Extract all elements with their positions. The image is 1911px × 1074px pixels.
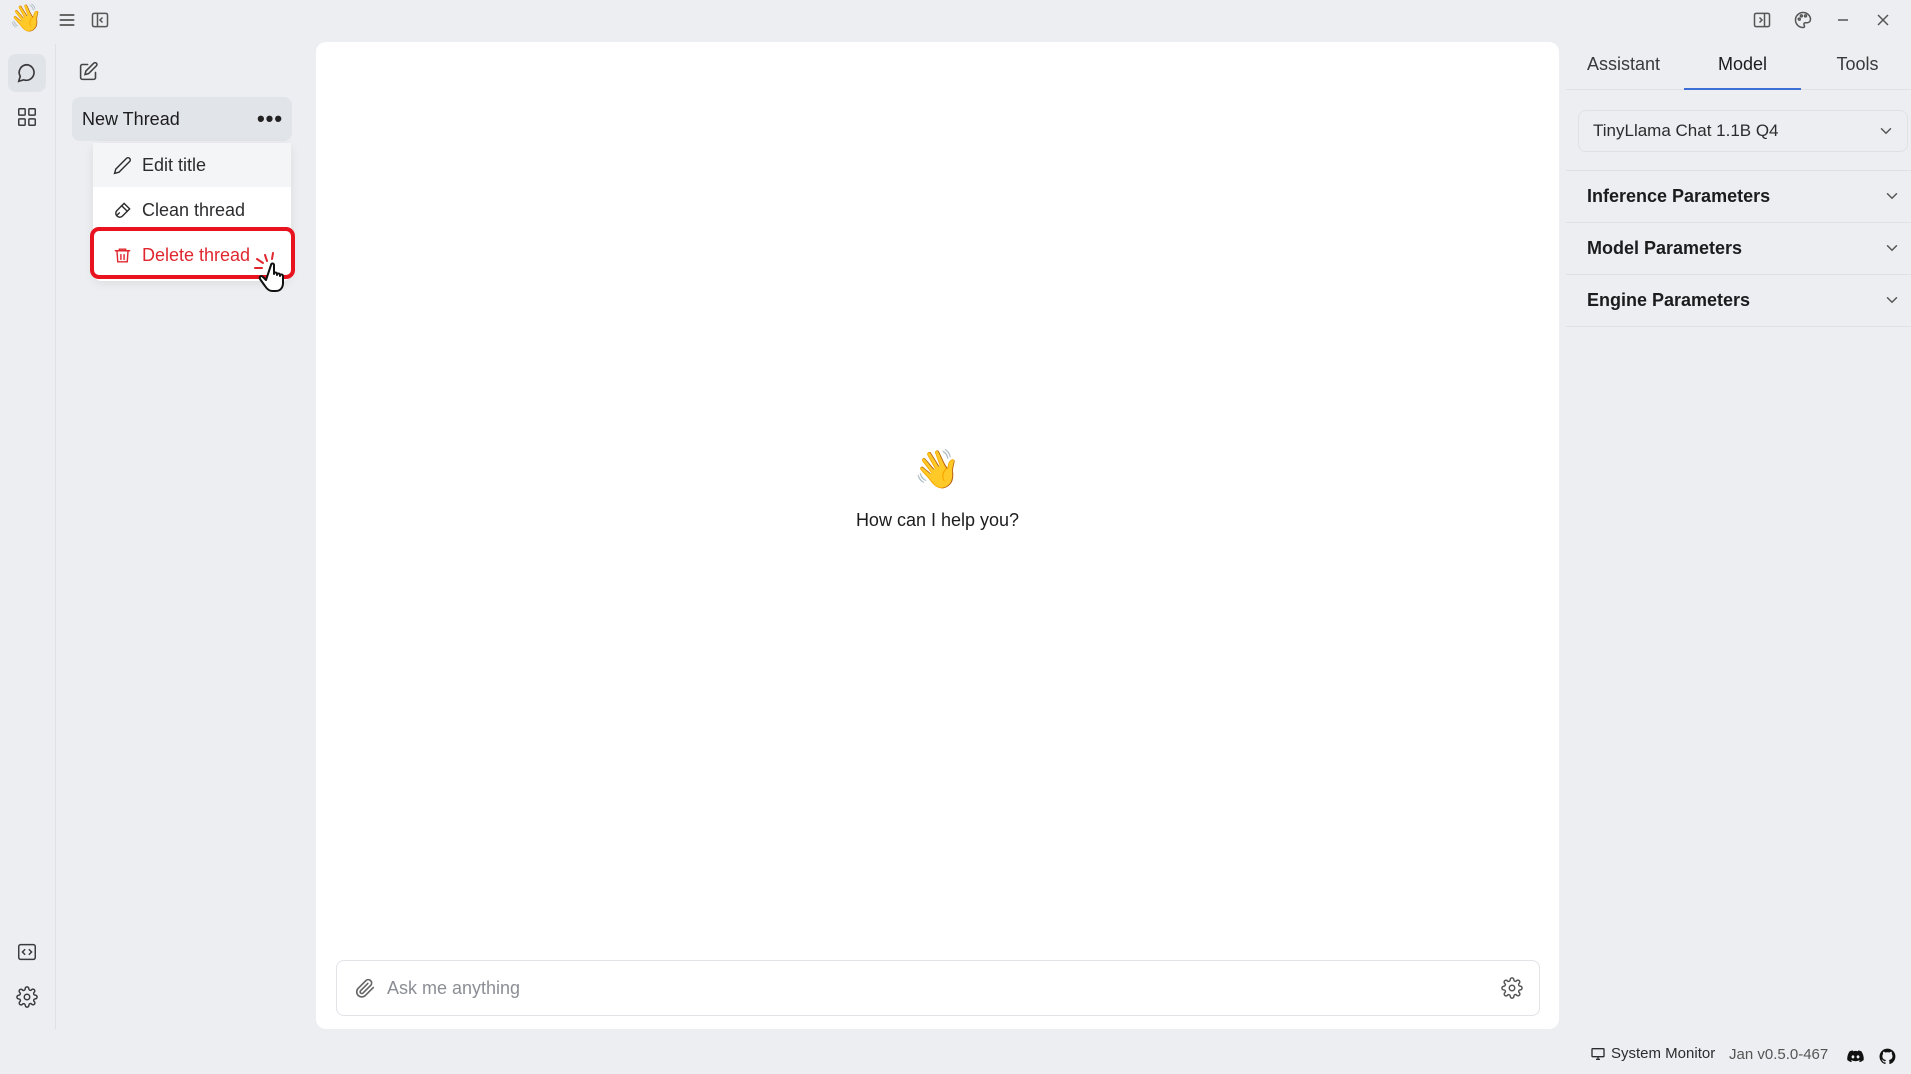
discord-icon[interactable]: [1844, 1045, 1866, 1067]
status-bar: System Monitor Jan v0.5.0-467: [0, 1040, 1911, 1074]
welcome-message: How can I help you?: [855, 510, 1020, 530]
chat-panel: 👋 How can I help you?: [316, 42, 1559, 1029]
section-title: Model Parameters: [1587, 238, 1743, 258]
model-dropdown[interactable]: TinyLlama Chat 1.1B Q4: [1578, 110, 1908, 152]
section-title: Engine Parameters: [1587, 290, 1751, 310]
menu-icon[interactable]: [53, 6, 81, 34]
right-panel-toggle-icon[interactable]: [1748, 6, 1776, 34]
tab-model[interactable]: Model: [1685, 54, 1800, 75]
tab-tools[interactable]: Tools: [1800, 54, 1911, 75]
title-bar: 👋: [0, 0, 1911, 40]
more-options-icon[interactable]: •••: [256, 107, 284, 131]
right-settings-panel: Assistant Model Tools TinyLlama Chat 1.1…: [1566, 42, 1911, 1029]
sidebar-toggle-icon[interactable]: [86, 6, 114, 34]
section-engine-parameters[interactable]: Engine Parameters: [1566, 274, 1911, 326]
close-icon[interactable]: [1869, 6, 1897, 34]
chat-input-box: [336, 960, 1540, 1016]
section-inference-parameters[interactable]: Inference Parameters: [1566, 170, 1911, 222]
section-divider: [1566, 326, 1911, 327]
chevron-down-icon: [1886, 245, 1898, 252]
section-model-parameters[interactable]: Model Parameters: [1566, 222, 1911, 274]
thread-item[interactable]: New Thread •••: [72, 97, 292, 141]
menu-item-edit-title[interactable]: Edit title: [93, 143, 291, 187]
paperclip-icon[interactable]: [352, 975, 378, 1001]
monitor-icon: [1591, 1047, 1605, 1060]
brush-icon: [115, 201, 131, 218]
model-dropdown-value: TinyLlama Chat 1.1B Q4: [1593, 121, 1779, 140]
pointer-cursor-icon: [254, 252, 284, 292]
message-input[interactable]: [387, 973, 1467, 1003]
github-icon[interactable]: [1876, 1045, 1898, 1067]
section-title: Inference Parameters: [1587, 186, 1771, 206]
app-logo-icon: 👋: [9, 3, 43, 33]
waving-hand-icon: 👋: [913, 449, 962, 491]
menu-item-clean-thread[interactable]: Clean thread: [93, 188, 291, 232]
thread-title: New Thread: [82, 109, 180, 129]
active-tab-indicator: [1684, 88, 1801, 90]
input-settings-icon[interactable]: [1499, 975, 1525, 1001]
chevron-down-icon: [1880, 128, 1892, 135]
pencil-icon: [113, 156, 131, 174]
minimize-icon[interactable]: [1829, 6, 1857, 34]
left-rail: [0, 44, 56, 1029]
compose-icon[interactable]: [73, 56, 103, 86]
chat-icon[interactable]: [8, 54, 46, 92]
hub-grid-icon[interactable]: [8, 98, 46, 136]
system-monitor-button[interactable]: System Monitor: [1590, 1045, 1715, 1062]
system-monitor-label: System Monitor: [1611, 1045, 1716, 1062]
app-window: 👋 New Thread ••• Edit title Clean thread…: [0, 0, 1911, 1074]
menu-item-label: Clean thread: [142, 199, 246, 220]
panel-tabs: Assistant Model Tools: [1566, 42, 1911, 90]
palette-icon[interactable]: [1789, 6, 1817, 34]
chevron-down-icon: [1886, 297, 1898, 304]
settings-icon[interactable]: [8, 978, 46, 1016]
app-version: Jan v0.5.0-467: [1729, 1046, 1829, 1063]
tab-assistant[interactable]: Assistant: [1566, 54, 1681, 75]
chevron-down-icon: [1886, 193, 1898, 200]
menu-item-label: Edit title: [142, 154, 207, 175]
code-window-icon[interactable]: [8, 933, 46, 971]
